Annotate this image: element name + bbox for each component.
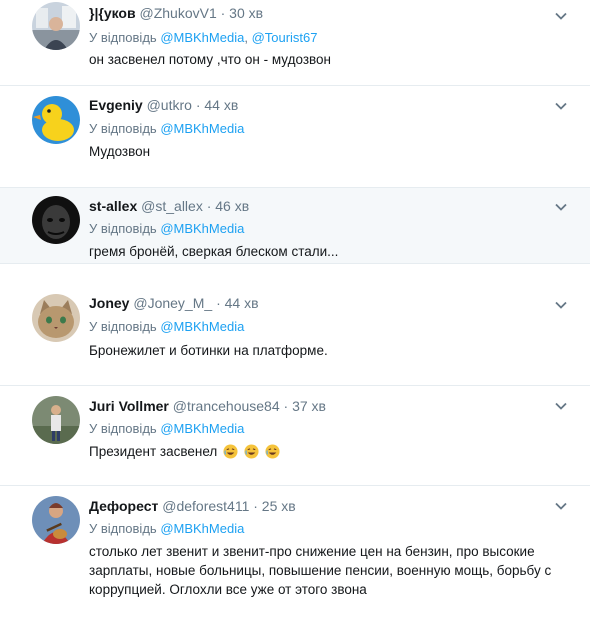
duck-avatar-icon[interactable] <box>32 96 80 144</box>
reply-context: У відповідь @MBKhMedia <box>89 421 244 436</box>
reply-tweet[interactable]: Дефорест @deforest411 · 25 хв У відповід… <box>0 486 590 630</box>
person-standing-avatar-icon[interactable] <box>32 396 80 444</box>
user-name[interactable]: st-allex <box>89 198 137 214</box>
reply-context: У відповідь @MBKhMedia <box>89 221 244 236</box>
reply-tweet[interactable]: Juri Vollmer @trancehouse84 · 37 хв У ві… <box>0 386 590 486</box>
reply-context: У відповідь @MBKhMedia <box>89 319 244 334</box>
chevron-down-icon[interactable] <box>553 398 569 414</box>
mention-link[interactable]: @MBKhMedia <box>160 319 244 334</box>
user-handle[interactable]: @Joney_M_ <box>133 295 212 311</box>
tweet-time[interactable]: · 37 хв <box>284 398 326 414</box>
laughing-emoji-icon <box>223 444 238 459</box>
tweet-text: столько лет звенит и звенит-про снижение… <box>89 542 559 599</box>
reply-tweet[interactable]: Evgeniy @utkro · 44 хв У відповідь @MBKh… <box>0 86 590 188</box>
user-handle[interactable]: @trancehouse84 <box>173 398 280 414</box>
tweet-header: st-allex @st_allex · 46 хв <box>89 198 249 214</box>
chevron-down-icon[interactable] <box>553 8 569 24</box>
tweet-time[interactable]: · 46 хв <box>207 198 249 214</box>
tweet-time[interactable]: · 44 хв <box>216 295 258 311</box>
reply-prefix: У відповідь <box>89 521 157 536</box>
cat-avatar-icon[interactable] <box>32 294 80 342</box>
tweet-time[interactable]: · 44 хв <box>196 97 238 113</box>
chevron-down-icon[interactable] <box>553 199 569 215</box>
reply-tweet[interactable]: }|{уков @ZhukovV1 · 30 хв У відповідь @M… <box>0 0 590 86</box>
reply-prefix: У відповідь <box>89 30 157 45</box>
chevron-down-icon[interactable] <box>553 98 569 114</box>
tweet-header: }|{уков @ZhukovV1 · 30 хв <box>89 5 263 21</box>
tweet-text: Бронежилет и ботинки на платформе. <box>89 343 328 358</box>
tweet-text-line: столько лет звенит и звенит-про снижение… <box>89 544 535 559</box>
tweet-text: он засвенел потому ,что он - мудозвон <box>89 52 332 67</box>
tweet-text: гремя бронёй, сверкая блеском стали... <box>89 244 339 259</box>
tweet-text: Президент засвенел <box>89 442 559 461</box>
tweet-text-content: Президент засвенел <box>89 444 218 459</box>
reply-tweet[interactable]: st-allex @st_allex · 46 хв У відповідь @… <box>0 188 590 264</box>
reply-context: У відповідь @MBKhMedia <box>89 121 244 136</box>
laughing-emoji-icon <box>244 444 259 459</box>
reply-prefix: У відповідь <box>89 319 157 334</box>
user-name[interactable]: Evgeniy <box>89 97 143 113</box>
tweet-header: Juri Vollmer @trancehouse84 · 37 хв <box>89 398 326 414</box>
person-photo-icon[interactable] <box>32 2 80 50</box>
user-name[interactable]: }|{уков <box>89 5 136 21</box>
user-handle[interactable]: @deforest411 <box>162 498 249 514</box>
guitar-player-avatar-icon[interactable] <box>32 496 80 544</box>
mention-link[interactable]: @MBKhMedia <box>160 121 244 136</box>
tweet-time[interactable]: · 30 хв <box>221 5 263 21</box>
tweet-text: Мудозвон <box>89 144 151 159</box>
user-name[interactable]: Joney <box>89 295 129 311</box>
reply-prefix: У відповідь <box>89 121 157 136</box>
tweet-header: Evgeniy @utkro · 44 хв <box>89 97 238 113</box>
reply-prefix: У відповідь <box>89 221 157 236</box>
reply-prefix: У відповідь <box>89 421 157 436</box>
tweet-text-line: зарплаты, новые больницы, повышение пенс… <box>89 563 552 578</box>
mention-link[interactable]: @MBKhMedia <box>160 421 244 436</box>
user-name[interactable]: Juri Vollmer <box>89 398 169 414</box>
chevron-down-icon[interactable] <box>553 498 569 514</box>
mention-link[interactable]: @MBKhMedia <box>160 521 244 536</box>
user-handle[interactable]: @utkro <box>147 97 192 113</box>
laughing-emoji-icon <box>265 444 280 459</box>
user-handle[interactable]: @ZhukovV1 <box>139 5 216 21</box>
mention-link[interactable]: @MBKhMedia <box>160 30 244 45</box>
mention-link[interactable]: @MBKhMedia <box>160 221 244 236</box>
tweet-header: Joney @Joney_M_ · 44 хв <box>89 295 259 311</box>
tweet-header: Дефорест @deforest411 · 25 хв <box>89 498 296 514</box>
dark-face-avatar-icon[interactable] <box>32 196 80 244</box>
tweet-time[interactable]: · 25 хв <box>253 498 295 514</box>
chevron-down-icon[interactable] <box>553 297 569 313</box>
reply-tweet[interactable]: Joney @Joney_M_ · 44 хв У відповідь @MBK… <box>0 264 590 386</box>
tweet-text-line: коррупцией. Оглохли все уже от этого зво… <box>89 582 367 597</box>
mention-link[interactable]: @Tourist67 <box>252 30 318 45</box>
reply-context: У відповідь @MBKhMedia, @Tourist67 <box>89 30 318 45</box>
user-name[interactable]: Дефорест <box>89 498 158 514</box>
reply-context: У відповідь @MBKhMedia <box>89 521 244 536</box>
replies-feed: }|{уков @ZhukovV1 · 30 хв У відповідь @M… <box>0 0 590 630</box>
user-handle[interactable]: @st_allex <box>141 198 203 214</box>
